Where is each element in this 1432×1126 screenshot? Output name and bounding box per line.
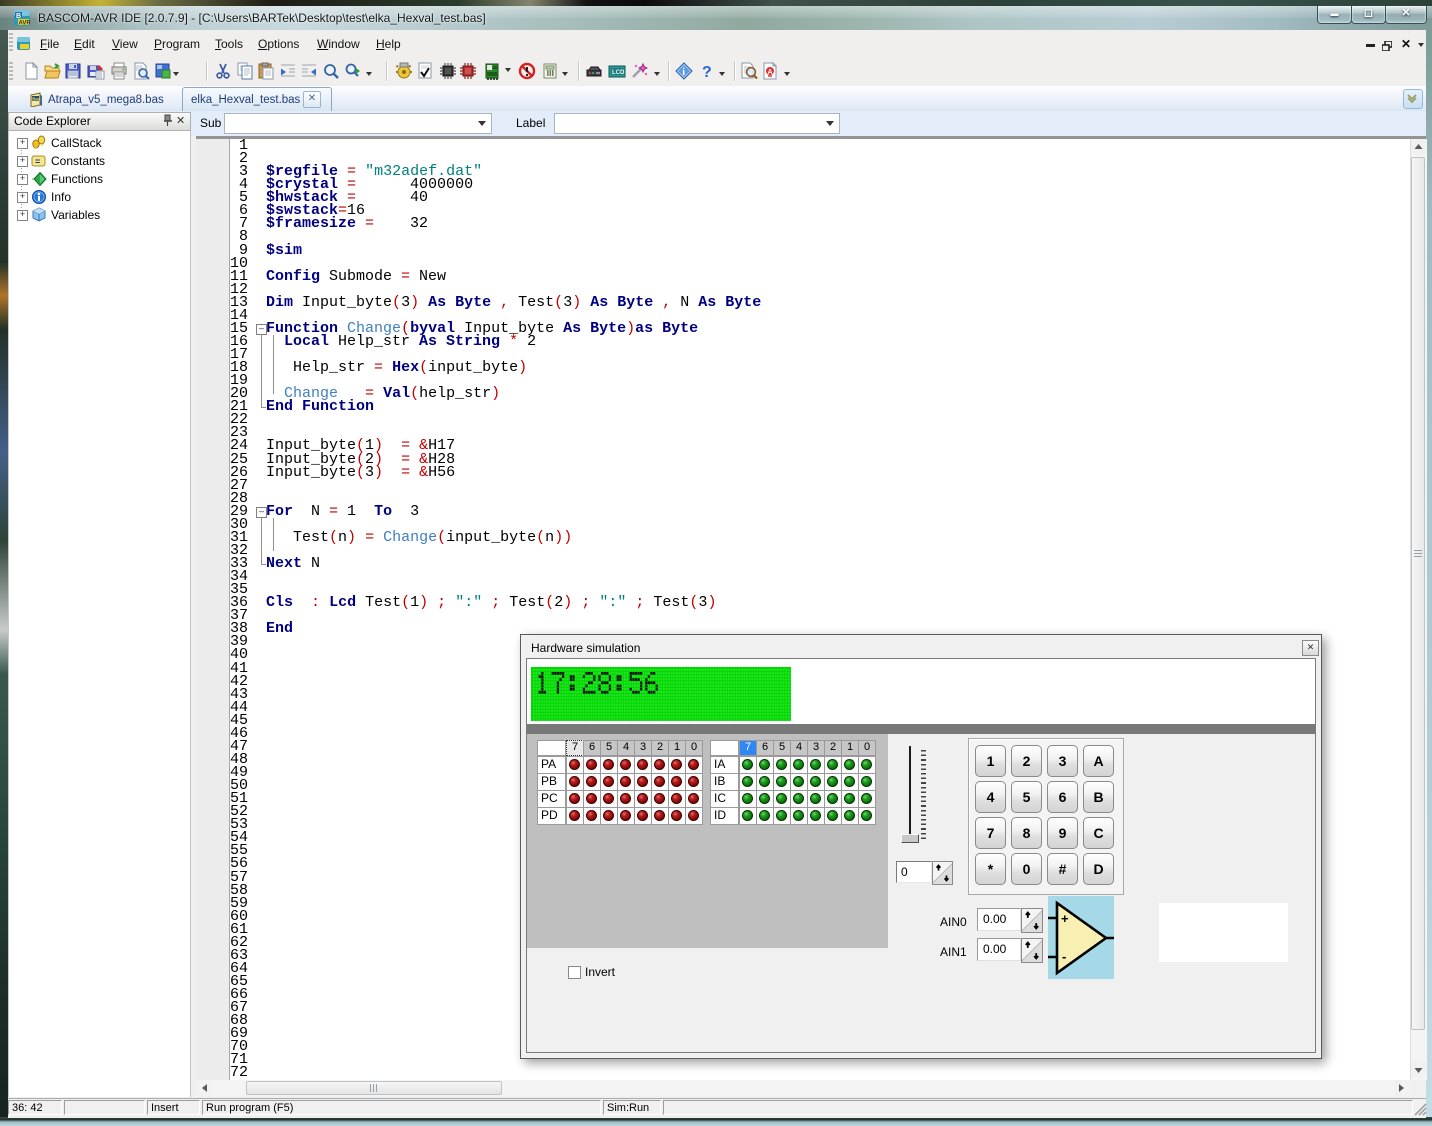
svg-text:+: +	[1061, 911, 1069, 926]
svg-text:-: -	[1062, 949, 1066, 964]
svg-text:AVR: AVR	[19, 21, 31, 27]
svg-text:B: B	[16, 13, 21, 20]
svg-text:A: A	[768, 69, 773, 76]
svg-text:=: =	[35, 157, 40, 167]
svg-text:?: ?	[702, 64, 712, 80]
svg-text:i: i	[682, 67, 685, 78]
svg-text:Bas: Bas	[32, 97, 41, 102]
svg-text:LCD: LCD	[612, 70, 625, 76]
